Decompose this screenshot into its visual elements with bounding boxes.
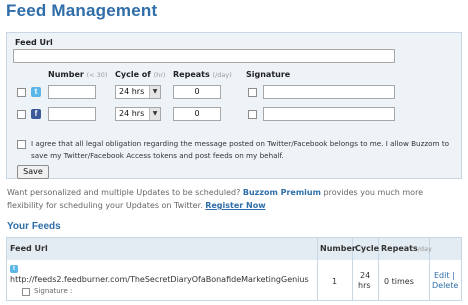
twitter-icon: t — [31, 87, 41, 97]
cycle-column-label: Cycle of (hr) — [115, 70, 166, 79]
facebook-enable-checkbox[interactable] — [17, 110, 26, 119]
facebook-repeats-input[interactable]: 0 — [173, 107, 221, 121]
your-feeds-title: Your Feeds — [7, 221, 61, 232]
page-title: Feed Management — [6, 1, 158, 20]
header-feed-url: Feed Url — [10, 244, 48, 253]
feed-url-label: Feed Url — [15, 38, 53, 47]
repeats-column-label: Repeats (/day) — [173, 70, 232, 79]
row-cycle: 24 — [360, 271, 371, 280]
facebook-cycle-select[interactable]: 24 hrs ▼ — [115, 107, 161, 121]
premium-promo: Want personalized and multiple Updates t… — [7, 188, 424, 210]
twitter-repeats-input[interactable]: 0 — [173, 85, 221, 99]
twitter-icon: t — [10, 265, 18, 273]
feed-url-text: http://feeds2.feedburner.com/TheSecretDi… — [10, 275, 309, 284]
premium-link[interactable]: Buzzom Premium — [243, 188, 321, 197]
row-signature-label: Signature : — [34, 287, 73, 295]
chevron-down-icon: ▼ — [149, 108, 160, 120]
save-button[interactable]: Save — [17, 165, 49, 179]
twitter-number-input[interactable] — [48, 85, 96, 99]
facebook-signature-checkbox[interactable] — [248, 110, 257, 119]
facebook-icon: f — [31, 109, 41, 119]
delete-link[interactable]: Delete — [432, 281, 458, 290]
register-now-link[interactable]: Register Now — [205, 201, 265, 210]
agree-checkbox[interactable] — [17, 140, 26, 149]
row-number: 1 — [332, 277, 338, 286]
feeds-table: Feed Url Number Cycle Repeats/day t http… — [6, 237, 462, 301]
agree-text: I agree that all legal obligation regard… — [31, 139, 450, 160]
twitter-cycle-select[interactable]: 24 hrs ▼ — [115, 85, 161, 99]
header-repeats: Repeats/day — [381, 244, 432, 253]
facebook-signature-input[interactable] — [263, 107, 395, 121]
row-signature-checkbox[interactable] — [22, 288, 30, 296]
feed-url-input[interactable] — [13, 49, 395, 63]
edit-link[interactable]: Edit | — [434, 271, 455, 280]
header-number: Number — [320, 244, 356, 253]
feed-form: Feed Url Number (< 30) Cycle of (hr) Rep… — [6, 32, 462, 179]
twitter-signature-checkbox[interactable] — [248, 88, 257, 97]
twitter-enable-checkbox[interactable] — [17, 88, 26, 97]
chevron-down-icon: ▼ — [149, 86, 160, 98]
row-cycle-unit: hrs — [358, 281, 371, 290]
twitter-signature-input[interactable] — [263, 85, 395, 99]
row-repeats: 0 times — [384, 277, 414, 286]
facebook-number-input[interactable] — [48, 107, 96, 121]
header-cycle: Cycle — [355, 244, 379, 253]
signature-column-label: Signature — [246, 70, 291, 79]
number-column-label: Number (< 30) — [48, 70, 108, 79]
